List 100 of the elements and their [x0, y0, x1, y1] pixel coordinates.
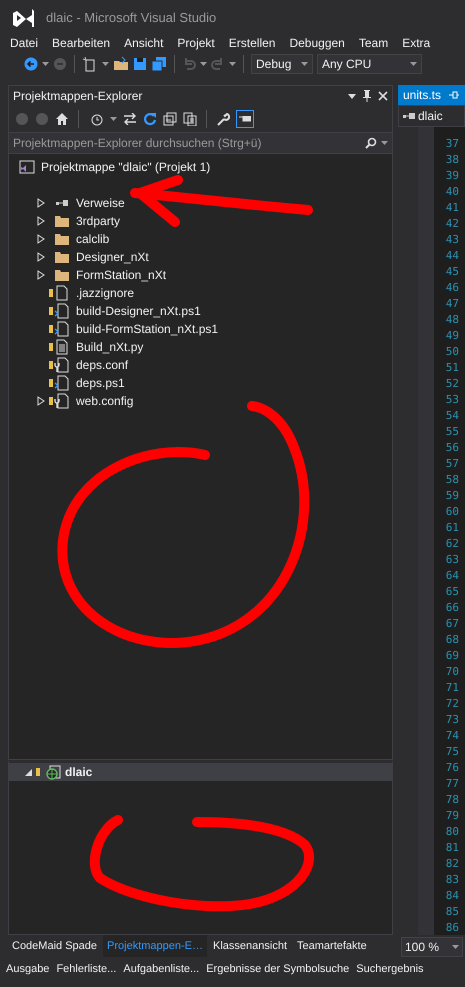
sync-icon[interactable] — [123, 113, 137, 125]
caret-icon[interactable] — [381, 141, 388, 145]
tree-item[interactable]: build-FormStation_nXt.ps1 — [76, 322, 218, 336]
line-number: 40 — [446, 184, 460, 200]
expand-triangle-icon[interactable] — [25, 768, 32, 776]
folder-icon — [54, 231, 70, 247]
preview-icon — [239, 116, 251, 122]
tree-item[interactable]: Designer_nXt — [76, 250, 149, 264]
panel-tab[interactable]: Klassenansicht — [209, 935, 292, 957]
save-icon[interactable] — [133, 57, 147, 71]
line-number: 56 — [446, 440, 460, 456]
line-number: 73 — [446, 712, 460, 728]
line-number: 72 — [446, 696, 460, 712]
caret-icon — [410, 62, 417, 66]
tree-item[interactable]: web.config — [76, 394, 134, 408]
save-all-icon[interactable] — [151, 56, 167, 72]
tree-item[interactable]: Verweise — [76, 196, 125, 210]
menu-item[interactable]: Erstellen — [228, 36, 276, 50]
caret-icon[interactable] — [200, 62, 207, 66]
references-icon — [403, 112, 415, 120]
menu-item[interactable]: Ansicht — [124, 36, 164, 50]
caret-icon[interactable] — [42, 62, 49, 66]
editor-tab[interactable]: units.ts — [398, 85, 465, 105]
menu-item[interactable]: Debuggen — [289, 36, 345, 50]
bottom-tab[interactable]: Ausgabe — [5, 961, 50, 977]
caret-icon[interactable] — [110, 117, 117, 121]
navigation-dropdown[interactable]: dlaic — [398, 105, 465, 127]
tree-item[interactable]: FormStation_nXt — [76, 268, 166, 282]
line-number: 71 — [446, 680, 460, 696]
search-icon[interactable] — [365, 137, 377, 149]
line-number: 70 — [446, 664, 460, 680]
tree-item[interactable]: calclib — [76, 232, 110, 246]
line-number: 50 — [446, 344, 460, 360]
line-number: 74 — [446, 728, 460, 744]
line-number: 41 — [446, 200, 460, 216]
line-number: 75 — [446, 744, 460, 760]
line-number: 63 — [446, 552, 460, 568]
pin-icon[interactable] — [449, 91, 460, 99]
caret-icon[interactable] — [229, 62, 236, 66]
platform-dropdown[interactable]: Any CPU — [317, 54, 422, 74]
tree-item[interactable]: .jazzignore — [76, 286, 134, 300]
tree-item[interactable]: Build_nXt.py — [76, 340, 144, 354]
caret-icon[interactable] — [102, 62, 109, 66]
lock-icon — [49, 307, 53, 315]
pin-icon[interactable] — [362, 90, 372, 102]
line-number: 64 — [446, 568, 460, 584]
line-number: 47 — [446, 296, 460, 312]
menu-item[interactable]: Bearbeiten — [52, 36, 110, 50]
menu-item[interactable]: Extra — [402, 36, 430, 50]
bottom-tab[interactable]: Fehlerliste... — [55, 961, 118, 977]
expand-triangle-icon[interactable] — [37, 396, 45, 406]
web-project-icon — [45, 764, 61, 780]
line-number: 38 — [446, 152, 460, 168]
line-number: 67 — [446, 616, 460, 632]
lock-icon — [36, 768, 40, 776]
folder-icon — [54, 267, 70, 283]
panel-tab[interactable]: CodeMaid Spade — [8, 935, 102, 957]
config-file-icon — [54, 357, 70, 373]
caret-icon[interactable] — [348, 94, 356, 98]
line-number: 86 — [446, 920, 460, 935]
tree-item[interactable]: Projektmappe "dlaic" (Projekt 1) — [41, 160, 210, 174]
preview-toggle[interactable] — [236, 110, 254, 128]
wrench-icon[interactable] — [216, 112, 230, 126]
line-number: 77 — [446, 776, 460, 792]
refresh-icon[interactable] — [143, 112, 157, 126]
line-number: 60 — [446, 504, 460, 520]
tree-item[interactable]: 3rdparty — [76, 214, 120, 228]
text-file-icon — [54, 339, 70, 355]
folder-icon — [54, 213, 70, 229]
configuration-dropdown[interactable]: Debug — [251, 54, 313, 74]
zoom-dropdown[interactable]: 100 % — [401, 937, 463, 957]
close-icon[interactable] — [378, 91, 388, 101]
bottom-tab[interactable]: Ergebnisse der Symbolsuche — [205, 961, 350, 977]
line-number: 81 — [446, 840, 460, 856]
tree-item[interactable]: deps.conf — [76, 358, 128, 372]
menu-item[interactable]: Projekt — [177, 36, 215, 50]
bottom-tab[interactable]: Aufgabenliste... — [122, 961, 200, 977]
solution-icon — [19, 159, 35, 175]
line-number: 80 — [446, 824, 460, 840]
window-title: dlaic - Microsoft Visual Studio — [46, 10, 216, 24]
tree-item[interactable]: deps.ps1 — [76, 376, 125, 390]
line-number: 44 — [446, 248, 460, 264]
bottom-tab[interactable]: Suchergebnis — [355, 961, 425, 977]
tree-item[interactable]: dlaic — [65, 765, 92, 779]
panel-tab[interactable]: Teamartefakte — [293, 935, 371, 957]
lock-icon — [49, 343, 53, 351]
tree-item[interactable]: build-Designer_nXt.ps1 — [76, 304, 201, 318]
home-icon[interactable] — [55, 112, 69, 126]
line-number: 37 — [446, 136, 460, 152]
folder-icon[interactable] — [113, 56, 129, 72]
collapse-icon[interactable] — [163, 112, 177, 126]
menu-item[interactable]: Datei — [10, 36, 38, 50]
line-number: 42 — [446, 216, 460, 232]
menu-item[interactable]: Team — [358, 36, 388, 50]
line-number: 69 — [446, 648, 460, 664]
copy-icon[interactable] — [183, 112, 197, 126]
line-number: 83 — [446, 872, 460, 888]
panel-tab[interactable]: Projektmappen-E… — [103, 935, 208, 957]
search-field[interactable]: Projektmappen-Explorer durchsuchen (Strg+ü) — [8, 132, 393, 154]
line-number: 85 — [446, 904, 460, 920]
